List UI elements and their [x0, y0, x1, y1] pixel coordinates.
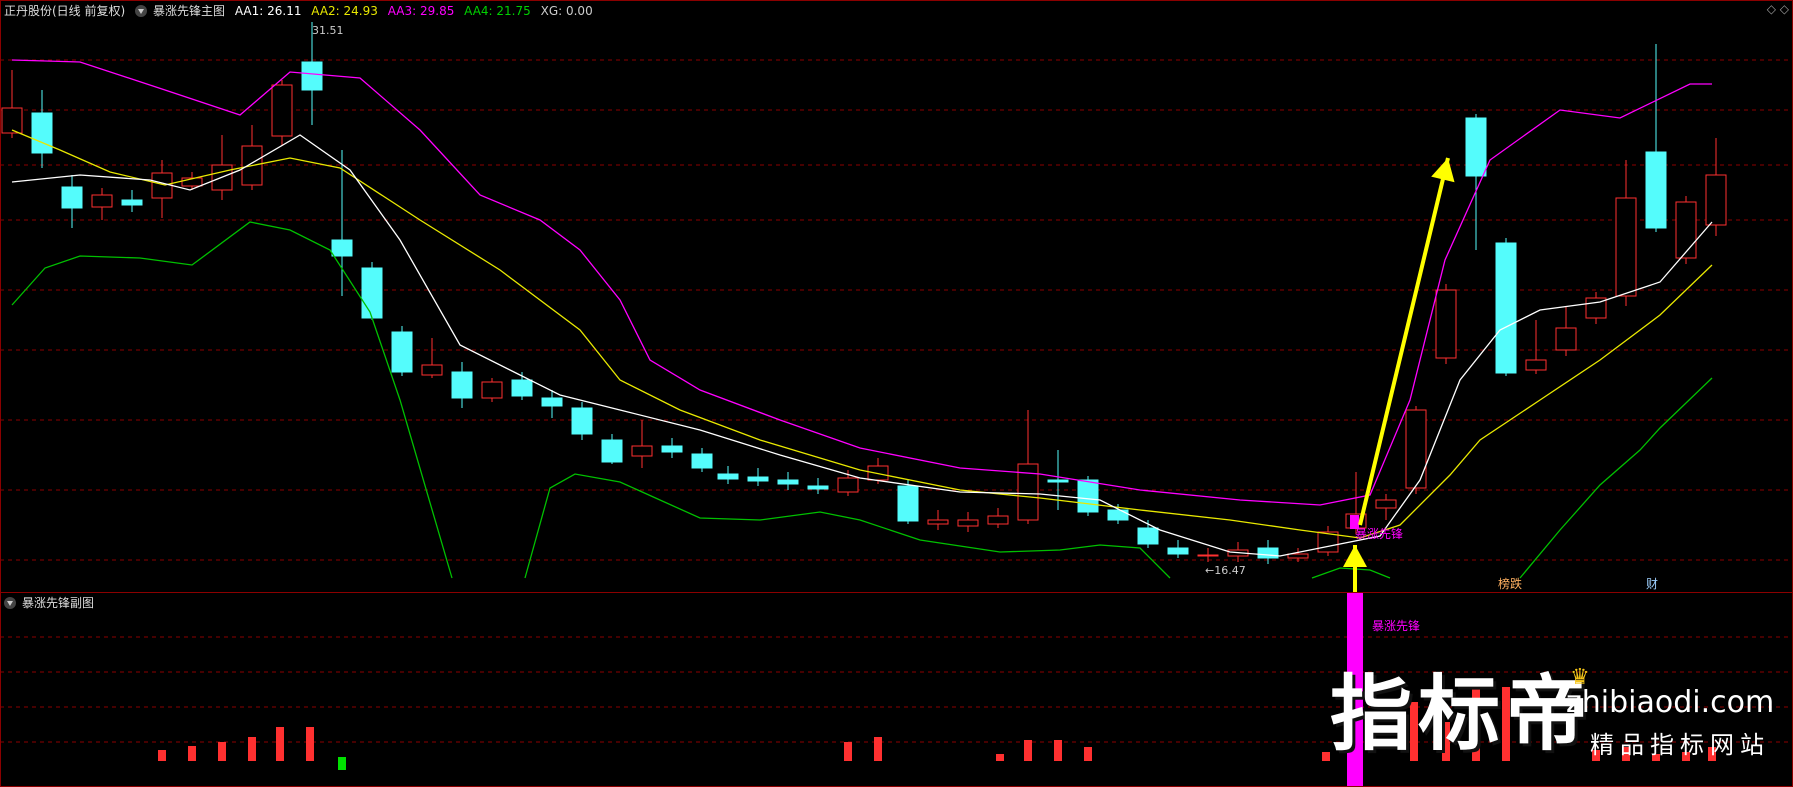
watermark-logo: 指标帝 [1330, 667, 1595, 762]
aa3-value: AA3: 29.85 [387, 4, 455, 18]
aa4-value: AA4: 21.75 [464, 4, 531, 18]
main-chart-header: 正丹股份(日线 前复权) 暴涨先锋主图 AA1: 26.11 AA2: 24.9… [4, 2, 599, 20]
stock-title: 正丹股份(日线 前复权) [4, 4, 126, 18]
watermark-slogan: 精品指标网站 [1590, 731, 1770, 759]
aa1-value: AA1: 26.11 [234, 4, 302, 18]
watermark: 指标帝 ♛ zhibiaodi.com 精品指标网站 [1330, 665, 1790, 785]
aa2-value: AA2: 24.93 [311, 4, 378, 18]
indicator-name[interactable]: 暴涨先锋主图 [153, 4, 225, 18]
sub-indicator-name[interactable]: 暴涨先锋副图 [22, 596, 94, 610]
indicator-dropdown-icon[interactable] [135, 5, 148, 17]
sub-chart-header: 暴涨先锋副图 [4, 594, 100, 612]
main-panel-frame [0, 0, 1793, 593]
xg-value: XG: 0.00 [540, 4, 593, 18]
window-controls[interactable]: ◇ ◇ [1767, 2, 1789, 16]
watermark-url: zhibiaodi.com [1566, 685, 1775, 720]
sub-dropdown-icon[interactable] [4, 597, 16, 609]
